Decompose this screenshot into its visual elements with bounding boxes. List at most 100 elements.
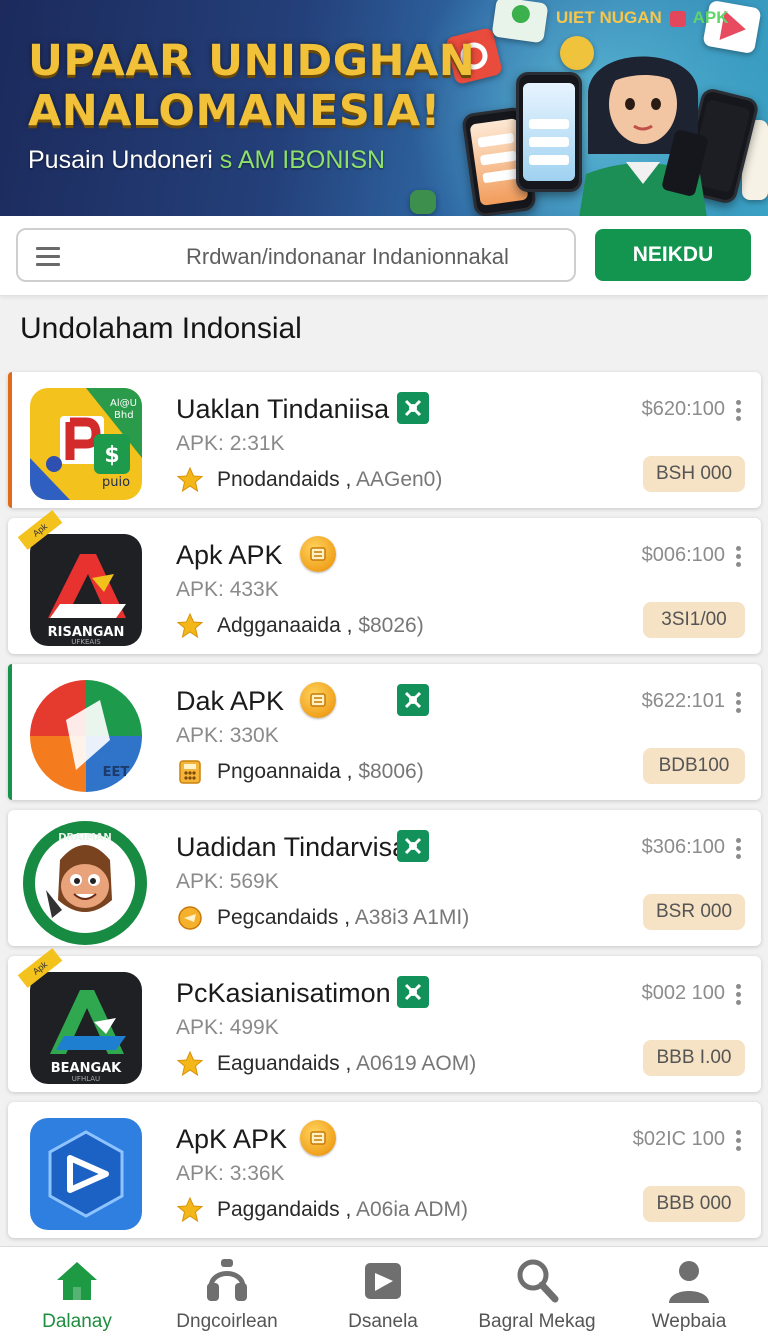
app-icon[interactable]: $ Al@U Bhd puio xyxy=(30,388,142,500)
menu-icon[interactable] xyxy=(36,247,60,266)
banner-subtitle: Pusain Undoneri s AM IBONISN xyxy=(28,146,385,175)
banner-subtitle-highlight: s AM IBONISN xyxy=(219,146,386,174)
search-input[interactable]: Rrdwan/indonanar Indanionnakal xyxy=(16,228,576,282)
app-price: $622:101 xyxy=(641,690,725,712)
app-card[interactable]: EET Dak APK APK: 330K Pngoannaida , $800… xyxy=(8,664,761,800)
nav-label: Dsanela xyxy=(348,1311,418,1332)
star-icon xyxy=(176,466,204,493)
app-price: $006:100 xyxy=(641,544,725,566)
app-meta: Pngoannaida , $8006) xyxy=(217,760,424,784)
more-options-icon[interactable] xyxy=(736,984,742,1006)
app-meta: Adgganaaida , $8026) xyxy=(217,614,424,638)
more-options-icon[interactable] xyxy=(736,692,742,714)
app-meta-extra: A06ia ADM) xyxy=(355,1198,469,1221)
icon-label: EET xyxy=(103,765,130,780)
app-name[interactable]: Dak APK xyxy=(176,686,284,717)
app-icon[interactable]: BEANGAK UFHLAU xyxy=(30,972,142,1084)
app-name[interactable]: PcKasianisatimon xyxy=(176,978,391,1009)
coin-badge-icon xyxy=(300,682,336,718)
app-meta-text: Pnodandaids , xyxy=(217,468,352,491)
more-options-icon[interactable] xyxy=(736,838,742,860)
get-button[interactable]: BSH 000 xyxy=(643,456,745,492)
tag-app-icon xyxy=(669,10,686,27)
app-size: APK: 3:36K xyxy=(176,1162,285,1185)
verified-badge-icon xyxy=(397,830,429,862)
app-meta: Pnodandaids , AAGen0) xyxy=(217,468,442,492)
nav-item-media[interactable]: Dsanela xyxy=(306,1247,460,1344)
app-meta: Paggandaids , A06ia ADM) xyxy=(217,1198,468,1222)
app-meta-extra: A38i3 A1MI) xyxy=(354,906,470,929)
app-meta: Eaguandaids , A0619 AOM) xyxy=(217,1052,476,1076)
app-icon[interactable]: EET xyxy=(30,680,142,792)
banner-title: UPAAR UNIDGHAN ANALOMANESIA! xyxy=(28,36,475,136)
app-name[interactable]: Uadidan Tindarvisa xyxy=(176,832,407,863)
app-size: APK: 330K xyxy=(176,724,279,747)
app-price: $620:100 xyxy=(641,398,725,420)
banner-subtitle-text: Pusain Undoneri xyxy=(28,146,213,174)
app-meta-extra: $8026) xyxy=(358,614,424,637)
verified-badge-icon xyxy=(397,976,429,1008)
card-accent xyxy=(8,664,12,800)
get-button[interactable]: BBB 000 xyxy=(643,1186,745,1222)
search-placeholder: Rrdwan/indonanar Indanionnakal xyxy=(186,244,509,269)
app-card[interactable]: $ Al@U Bhd puio Uaklan Tindaniisa APK: 2… xyxy=(8,372,761,508)
app-size: APK: 569K xyxy=(176,870,279,893)
search-icon xyxy=(517,1259,559,1303)
app-name[interactable]: Apk APK xyxy=(176,540,283,571)
app-size: APK: 499K xyxy=(176,1016,279,1039)
app-name[interactable]: ApK APK xyxy=(176,1124,287,1155)
nav-label: Wepbaia xyxy=(651,1311,727,1332)
app-meta-text: Eaguandaids , xyxy=(217,1052,352,1075)
more-options-icon[interactable] xyxy=(736,546,742,568)
app-size: APK: 2:31K xyxy=(176,432,285,455)
app-meta-extra: A0619 AOM) xyxy=(355,1052,477,1075)
app-icon[interactable] xyxy=(30,1118,142,1230)
icon-label: Al@U xyxy=(110,398,137,409)
nav-label: Dngcoirlean xyxy=(176,1311,278,1332)
app-card[interactable]: ApK APK APK: 3:36K Paggandaids , A06ia A… xyxy=(8,1102,761,1238)
app-card[interactable]: DRAIMAN Uadidan Tindarvisa APK: 569K Peg… xyxy=(8,810,761,946)
nav-item-search[interactable]: Bagral Mekag xyxy=(460,1247,614,1344)
search-button[interactable]: NEIKDU xyxy=(595,229,751,281)
icon-label: Bhd xyxy=(114,410,134,421)
more-options-icon[interactable] xyxy=(736,400,742,422)
card-accent xyxy=(8,372,12,508)
app-card[interactable]: BEANGAK UFHLAU Apk PcKasianisatimon APK:… xyxy=(8,948,761,1092)
app-icon[interactable]: RISANGAN UFKEAIS xyxy=(30,534,142,646)
search-bar: Rrdwan/indonanar Indanionnakal NEIKDU xyxy=(0,216,768,296)
nav-label: Dalanay xyxy=(42,1311,112,1332)
icon-label: UFKEAIS xyxy=(71,638,101,646)
app-root: UIET NUGAN APK UPAAR UNIDGHAN ANALOMANES… xyxy=(0,0,768,1344)
app-meta-text: Pngoannaida , xyxy=(217,760,353,783)
assistant-illustration xyxy=(579,56,708,216)
calculator-icon xyxy=(179,760,201,784)
floating-app-tile xyxy=(410,190,436,214)
svg-text:$: $ xyxy=(104,443,119,468)
get-button[interactable]: BDB100 xyxy=(643,748,745,784)
app-meta-text: Paggandaids , xyxy=(217,1198,352,1221)
get-button[interactable]: 3SI1/00 xyxy=(643,602,745,638)
app-meta-text: Pegcandaids , xyxy=(217,906,351,929)
get-button[interactable]: BSR 000 xyxy=(643,894,745,930)
get-button[interactable]: BBB I.00 xyxy=(643,1040,745,1076)
nav-item-downloads[interactable]: Dngcoirlean xyxy=(150,1247,304,1344)
banner-tag-apk: APK xyxy=(692,8,729,27)
app-name[interactable]: Uaklan Tindaniisa xyxy=(176,394,389,425)
app-icon[interactable]: DRAIMAN xyxy=(22,820,148,946)
section-title: Undolaham Indonsial xyxy=(20,312,302,345)
app-meta-extra: $8006) xyxy=(358,760,424,783)
nav-item-profile[interactable]: Wepbaia xyxy=(612,1247,766,1344)
nav-item-home[interactable]: Dalanay xyxy=(0,1247,154,1344)
banner-tag: UIET NUGAN APK xyxy=(556,8,729,28)
app-card[interactable]: RISANGAN UFKEAIS Apk Apk APK APK: 433K A… xyxy=(8,510,761,654)
verified-badge-icon xyxy=(397,392,429,424)
nav-label: Bagral Mekag xyxy=(478,1311,596,1332)
app-meta: Pegcandaids , A38i3 A1MI) xyxy=(217,906,469,930)
coin-badge-icon xyxy=(300,1120,336,1156)
headphones-icon xyxy=(207,1259,247,1301)
more-options-icon[interactable] xyxy=(736,1130,742,1152)
promo-banner[interactable]: UIET NUGAN APK UPAAR UNIDGHAN ANALOMANES… xyxy=(0,0,768,216)
app-meta-extra: AAGen0) xyxy=(355,468,443,491)
icon-label: puio xyxy=(102,475,130,490)
bottom-nav: Dalanay Dngcoirlean Dsanela Bagral Mekag… xyxy=(0,1246,768,1344)
